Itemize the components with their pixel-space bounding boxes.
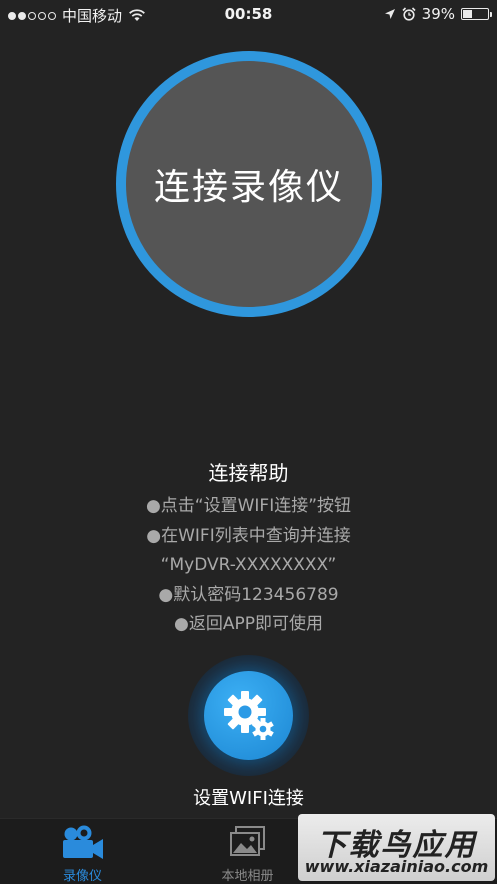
help-line: ●在WIFI列表中查询并连接 bbox=[146, 525, 351, 546]
alarm-clock-icon bbox=[402, 7, 416, 21]
status-bar: 中国移动 00:58 39% bbox=[0, 0, 497, 30]
tab-recorder-label: 录像仪 bbox=[62, 869, 102, 884]
help-line: ●返回APP即可使用 bbox=[174, 614, 323, 634]
connection-help: 连接帮助 ●点击“设置WIFI连接”按钮 ●在WIFI列表中查询并连接 “MyD… bbox=[0, 457, 497, 640]
connect-recorder-button[interactable]: 连接录像仪 bbox=[116, 51, 382, 317]
wifi-settings-label: 设置WIFI连接 bbox=[193, 788, 304, 809]
wifi-settings-button-face bbox=[204, 671, 293, 760]
location-arrow-icon bbox=[384, 9, 395, 19]
status-right: 39% bbox=[384, 5, 492, 23]
battery-icon bbox=[461, 8, 492, 20]
help-line: ●点击“设置WIFI连接”按钮 bbox=[145, 496, 352, 516]
wifi-settings-button[interactable] bbox=[188, 655, 309, 776]
tab-recorder[interactable]: 录像仪 bbox=[0, 819, 165, 884]
help-line: “MyDVR-XXXXXXXX” bbox=[160, 555, 337, 575]
help-line: ●默认密码123456789 bbox=[158, 584, 339, 605]
gear-icon bbox=[224, 691, 274, 740]
help-title: 连接帮助 bbox=[208, 461, 289, 485]
watermark-url: www.xiazainiao.com bbox=[304, 857, 489, 876]
connect-recorder-label: 连接录像仪 bbox=[153, 167, 344, 208]
photo-album-icon bbox=[229, 826, 265, 856]
battery-percent: 39% bbox=[421, 5, 455, 23]
watermark-logo: 下载鸟应用 www.xiazainiao.com bbox=[298, 814, 495, 881]
battery-fill bbox=[463, 10, 472, 18]
video-camera-icon bbox=[62, 825, 103, 859]
